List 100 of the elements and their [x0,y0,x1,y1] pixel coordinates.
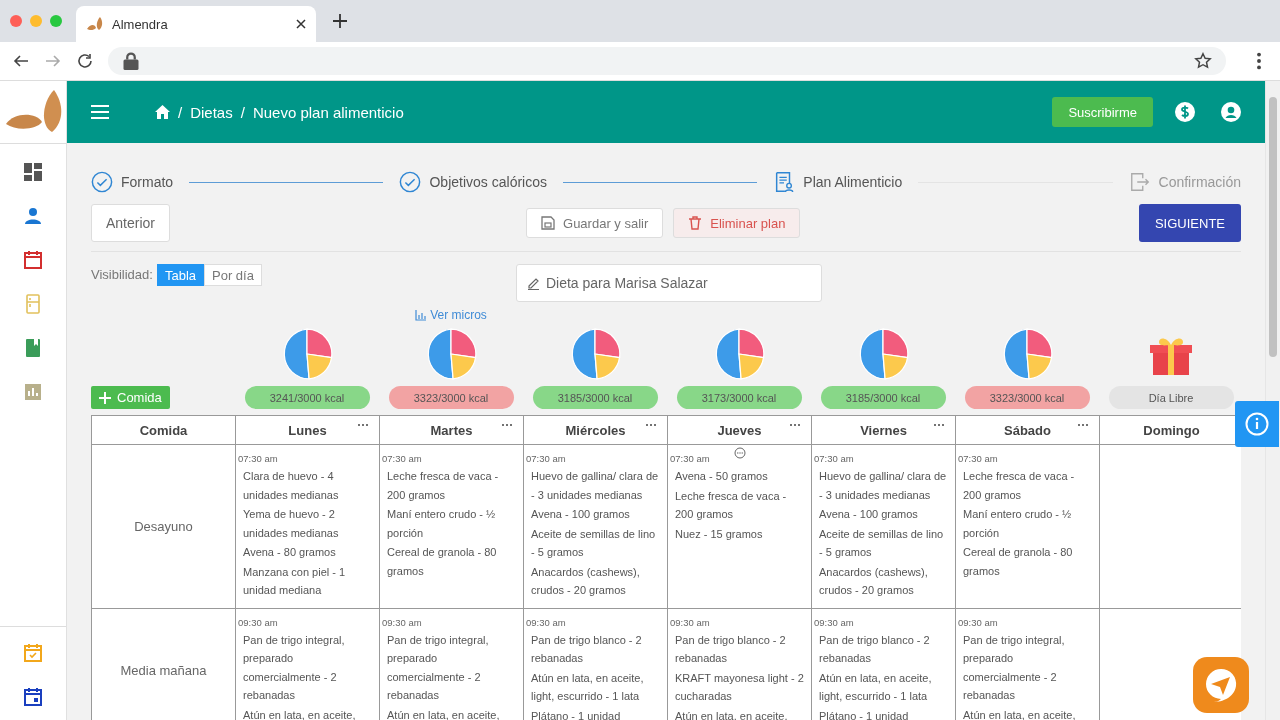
reload-icon[interactable] [76,52,94,70]
food-item[interactable]: Avena - 50 gramos [670,467,809,486]
calendar-day-icon[interactable] [23,687,43,707]
close-tab-icon[interactable] [296,19,306,29]
food-item[interactable]: KRAFT mayonesa light - 2 cucharadas [670,668,809,706]
food-item[interactable]: Yema de huevo - 2 unidades medianas [238,505,377,542]
food-item[interactable]: Plátano - 1 unidad [814,706,953,720]
more-icon[interactable] [501,423,513,427]
meal-time: 09:30 am [814,616,854,628]
save-button[interactable]: Guardar y salir [526,208,664,238]
meal-time: 07:30 am [382,453,422,464]
food-item[interactable]: Pan de trigo blanco - 2 rebanadas [670,630,809,668]
food-item[interactable]: Huevo de gallina/ clara de - 3 unidades medianas [526,467,665,504]
scrollbar[interactable] [1265,81,1280,720]
food-item[interactable]: Atún en lata, en aceite, [238,705,377,720]
food-item[interactable]: Pan de trigo blanco - 2 rebanadas [526,630,665,668]
calorie-badge: 3185/3000 kcal [820,386,946,409]
new-tab-icon[interactable] [330,11,350,31]
home-icon[interactable] [155,105,170,119]
more-icon[interactable] [933,423,945,427]
food-item[interactable]: Manzana con piel - 1 unidad mediana [238,562,377,600]
meal-cell: Media mañana [92,608,236,720]
food-item[interactable]: Cereal de granola - 80 gramos [958,543,1097,580]
food-item[interactable]: Pan de trigo integral, preparado comercialmente - 2 rebanadas [238,630,377,705]
food-item[interactable]: Cereal de granola - 80 gramos [382,543,521,580]
more-icon[interactable] [789,423,801,427]
step-label: Objetivos calóricos [429,174,547,190]
more-icon[interactable] [357,423,369,427]
macro-pie-drawing [1001,328,1053,380]
food-item[interactable]: Atún en lata, en aceite, [670,706,809,720]
food-item[interactable]: Avena - 80 gramos [238,543,377,562]
food-item[interactable]: Aceite de semillas de lino - 5 gramos [526,524,665,562]
menu-icon[interactable] [91,105,109,119]
meal-time: 07:30 am [238,453,278,464]
food-item[interactable]: Aceite de semillas de lino - 5 gramos [814,524,953,562]
macro-pie-drawing [425,328,477,380]
info-button[interactable] [1235,401,1279,447]
food-item[interactable]: Pan de trigo integral, preparado comercialmente - 2 rebanadas [382,630,521,705]
food-item[interactable]: Maní entero crudo - ½ porción [382,505,521,542]
calorie-badge: 3241/3000 kcal [244,386,370,409]
back-button[interactable]: Anterior [91,204,171,242]
breadcrumb-separator: / [240,103,245,121]
column-header: Viernes [812,416,956,445]
dashboard-icon[interactable] [23,162,43,182]
meal-time: 09:30 am [238,616,278,628]
meal-time: 07:30 am [958,453,998,464]
step-label: Formato [121,174,174,190]
food-item[interactable]: Pan de trigo blanco - 2 rebanadas [814,630,953,668]
calendar-icon[interactable] [23,250,43,270]
info-icon [1245,412,1269,436]
visibility-label: Visibilidad: [91,266,153,284]
column-header: Jueves [668,416,812,445]
person-icon[interactable] [23,206,43,226]
book-icon[interactable] [23,338,43,358]
food-item[interactable]: Avena - 100 gramos [526,505,665,524]
breadcrumb-separator: / [178,103,183,121]
step-label: Confirmación [1158,174,1241,190]
column-header: Comida [92,416,236,445]
food-item[interactable]: Huevo de gallina/ clara de - 3 unidades medianas [814,467,953,504]
food-item[interactable]: Maní entero crudo - ½ porción [958,505,1097,542]
more-icon[interactable] [1077,423,1089,427]
dollar-icon[interactable] [1175,102,1195,122]
meal-time: 09:30 am [670,616,710,628]
trash-icon [688,216,703,230]
food-item[interactable]: Avena - 100 gramos [814,505,953,524]
food-item[interactable]: Nuez - 15 gramos [670,524,809,543]
food-item[interactable]: Clara de huevo - 4 unidades medianas [238,467,377,504]
more-icon[interactable] [645,423,657,427]
food-item[interactable]: Atún en lata, en aceite, light, escurrido - 1 lata [814,668,953,706]
lock-icon [122,52,140,70]
food-item[interactable]: Anacardos (cashews), crudos - 20 gramos [814,562,953,600]
bar-chart-icon[interactable] [23,382,43,402]
comment-icon[interactable] [734,447,746,459]
food-item[interactable]: Leche fresca de vaca - 200 gramos [382,467,521,504]
food-item[interactable]: Atún en lata, en aceite, [958,705,1097,720]
food-item[interactable]: Atún en lata, en aceite, [382,705,521,720]
food-item[interactable]: Leche fresca de vaca - 200 gramos [670,486,809,524]
browser-tab[interactable]: Almendra [76,6,316,42]
food-item[interactable]: Pan de trigo integral, preparado comercialmente - 2 rebanadas [958,630,1097,705]
breadcrumb-item[interactable]: Nuevo plan alimenticio [252,103,404,121]
delete-button[interactable]: Eliminar plan [673,208,801,238]
food-item[interactable]: Plátano - 1 unidad [526,706,665,720]
meal-time: 09:30 am [526,616,566,628]
star-icon[interactable] [1194,52,1212,70]
account-icon[interactable] [1221,102,1241,122]
calorie-badge: 3323/3000 kcal [964,386,1090,409]
plan-title-field[interactable]: Dieta para Marisa Salazar [515,264,822,302]
meal-time: 07:30 am [526,453,566,464]
breadcrumb-item[interactable]: Dietas [190,103,233,121]
step-label: Plan Alimenticio [803,174,903,190]
calendar-check-icon[interactable] [23,643,43,663]
view-toggle[interactable]: Por día [204,264,262,286]
food-item[interactable]: Anacardos (cashews), crudos - 20 gramos [526,562,665,600]
close-window-icon[interactable] [10,15,22,27]
plus-icon [99,391,111,404]
column-header: Sábado [956,416,1100,445]
chat-button[interactable] [1193,657,1249,713]
food-item[interactable]: Atún en lata, en aceite, light, escurrido - 1 lata [526,668,665,706]
food-item[interactable]: Leche fresca de vaca - 200 gramos [958,467,1097,504]
next-button[interactable]: SIGUIENTE [1138,204,1241,242]
